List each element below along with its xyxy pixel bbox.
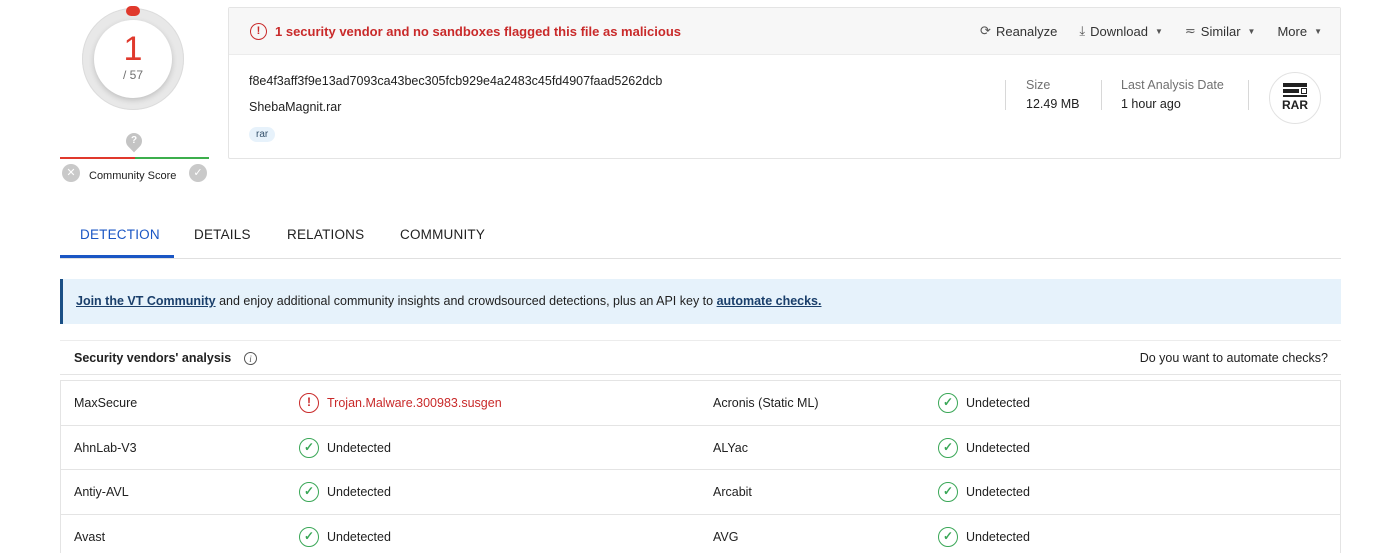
archive-icon — [1283, 83, 1307, 97]
table-row: AhnLab-V3 ✓ Undetected ALYac ✓ Undetecte… — [61, 426, 1340, 470]
file-summary-card: ! 1 security vendor and no sandboxes fla… — [228, 7, 1341, 159]
file-type-label: RAR — [1282, 98, 1308, 112]
analysis-header: Security vendors' analysis i Do you want… — [60, 340, 1341, 375]
score-ring: 1 / 57 — [82, 6, 184, 110]
tab-bar: DETECTION DETAILS RELATIONS COMMUNITY — [60, 214, 1341, 259]
alert-icon: ! — [299, 393, 319, 413]
result-label: Undetected — [966, 440, 1030, 455]
vote-malicious-icon[interactable]: ✕ — [62, 164, 80, 182]
file-actions: ⟳ Reanalyze ⤓ Download ▼ ≂ Similar ▼ Mor… — [980, 23, 1322, 39]
file-name: ShebaMagnit.rar — [249, 100, 342, 114]
vendor-name: MaxSecure — [74, 396, 138, 410]
join-community-link[interactable]: Join the VT Community — [76, 294, 216, 308]
download-button[interactable]: ⤓ Download ▼ — [1079, 23, 1163, 39]
vendor-result: ✓ Undetected — [299, 526, 391, 547]
file-type-badge: RAR — [1269, 72, 1321, 124]
tab-detection[interactable]: DETECTION — [80, 227, 160, 242]
automate-checks-prompt[interactable]: Do you want to automate checks? — [1140, 351, 1328, 365]
download-icon: ⤓ — [1079, 23, 1086, 38]
vendor-name: AVG — [713, 529, 739, 544]
question-icon: ? — [130, 135, 138, 146]
tab-relations[interactable]: RELATIONS — [287, 227, 364, 242]
tab-details[interactable]: DETAILS — [194, 227, 251, 242]
file-size: Size 12.49 MB — [1026, 78, 1080, 111]
check-icon: ✓ — [938, 526, 958, 547]
vote-harmless-icon[interactable]: ✓ — [189, 164, 207, 182]
result-label: Trojan.Malware.300983.susgen — [327, 396, 502, 410]
score-circle: 1 / 57 — [94, 20, 172, 98]
alert-icon: ! — [250, 23, 267, 40]
vendor-name: Arcabit — [713, 485, 752, 499]
result-label: Undetected — [327, 440, 391, 455]
more-label: More — [1277, 23, 1308, 39]
table-row: Antiy-AVL ✓ Undetected Arcabit ✓ Undetec… — [61, 470, 1340, 515]
vendor-name: ALYac — [713, 440, 748, 455]
alert-bar: ! 1 security vendor and no sandboxes fla… — [229, 8, 1340, 55]
size-value: 12.49 MB — [1026, 97, 1080, 111]
analysis-title: Security vendors' analysis — [74, 351, 232, 365]
vendor-results-table: MaxSecure ! Trojan.Malware.300983.susgen… — [60, 380, 1341, 553]
vendor-result: ✓ Undetected — [299, 482, 391, 502]
tab-community[interactable]: COMMUNITY — [400, 227, 485, 242]
result-label: Undetected — [966, 529, 1030, 544]
vendor-result: ! Trojan.Malware.300983.susgen — [299, 393, 502, 413]
last-analysis-label: Last Analysis Date — [1121, 78, 1224, 92]
table-row: Avast ✓ Undetected AVG ✓ Undetected — [61, 515, 1340, 553]
divider — [1101, 80, 1102, 110]
detections-count: 1 — [123, 30, 143, 68]
last-analysis-value: 1 hour ago — [1121, 97, 1181, 111]
chevron-down-icon: ▼ — [1154, 26, 1163, 36]
banner-text: Join the VT Community and enjoy addition… — [76, 294, 822, 308]
check-icon: ✓ — [299, 437, 319, 458]
file-hash[interactable]: f8e4f3aff3f9e13ad7093ca43bec305fcb929e4a… — [249, 74, 662, 88]
banner-message: and enjoy additional community insights … — [215, 294, 717, 308]
divider — [1248, 80, 1249, 110]
similar-button[interactable]: ≂ Similar ▼ — [1185, 23, 1256, 39]
more-button[interactable]: More ▼ — [1277, 23, 1322, 39]
divider — [1005, 80, 1006, 110]
result-label: Undetected — [327, 485, 391, 499]
engines-total: / 57 — [122, 68, 143, 82]
similar-icon: ≂ — [1184, 23, 1196, 38]
vendor-result: ✓ Undetected — [938, 482, 1030, 502]
result-label: Undetected — [327, 529, 391, 544]
file-tag[interactable]: rar — [249, 127, 276, 142]
check-icon: ✓ — [938, 437, 958, 458]
similar-label: Similar — [1200, 23, 1241, 39]
vendor-result: ✓ Undetected — [938, 393, 1030, 413]
automate-checks-link[interactable]: automate checks. — [717, 294, 822, 308]
last-analysis: Last Analysis Date 1 hour ago — [1121, 78, 1224, 111]
vendor-name: Acronis (Static ML) — [713, 396, 819, 410]
vendor-name: Antiy-AVL — [74, 485, 129, 499]
table-row: MaxSecure ! Trojan.Malware.300983.susgen… — [61, 381, 1340, 426]
vendor-result: ✓ Undetected — [938, 526, 1030, 547]
reanalyze-button[interactable]: ⟳ Reanalyze — [980, 23, 1057, 39]
vendor-result: ✓ Undetected — [938, 437, 1030, 458]
check-icon: ✓ — [938, 482, 958, 502]
check-icon: ✓ — [299, 482, 319, 502]
detection-score-widget: 1 / 57 ? ✕ Community Score ✓ — [60, 0, 210, 190]
result-label: Undetected — [966, 485, 1030, 499]
refresh-icon: ⟳ — [980, 23, 991, 38]
info-icon[interactable]: i — [244, 352, 257, 365]
vendor-name: Avast — [74, 529, 106, 544]
result-label: Undetected — [966, 396, 1030, 410]
vendor-result: ✓ Undetected — [299, 437, 391, 458]
score-indicator-dot — [126, 6, 140, 16]
download-label: Download — [1090, 23, 1148, 39]
community-score-label: Community Score — [89, 170, 177, 182]
alert-text: 1 security vendor and no sandboxes flagg… — [275, 24, 682, 39]
community-banner: Join the VT Community and enjoy addition… — [60, 279, 1341, 324]
chevron-down-icon: ▼ — [1247, 26, 1256, 36]
check-icon: ✓ — [938, 393, 958, 413]
size-label: Size — [1026, 78, 1051, 92]
check-icon: ✓ — [299, 526, 319, 547]
active-tab-indicator — [60, 255, 174, 258]
chevron-down-icon: ▼ — [1314, 26, 1322, 36]
vendor-name: AhnLab-V3 — [74, 440, 137, 455]
reanalyze-label: Reanalyze — [995, 23, 1058, 39]
community-score-bar — [60, 157, 209, 159]
